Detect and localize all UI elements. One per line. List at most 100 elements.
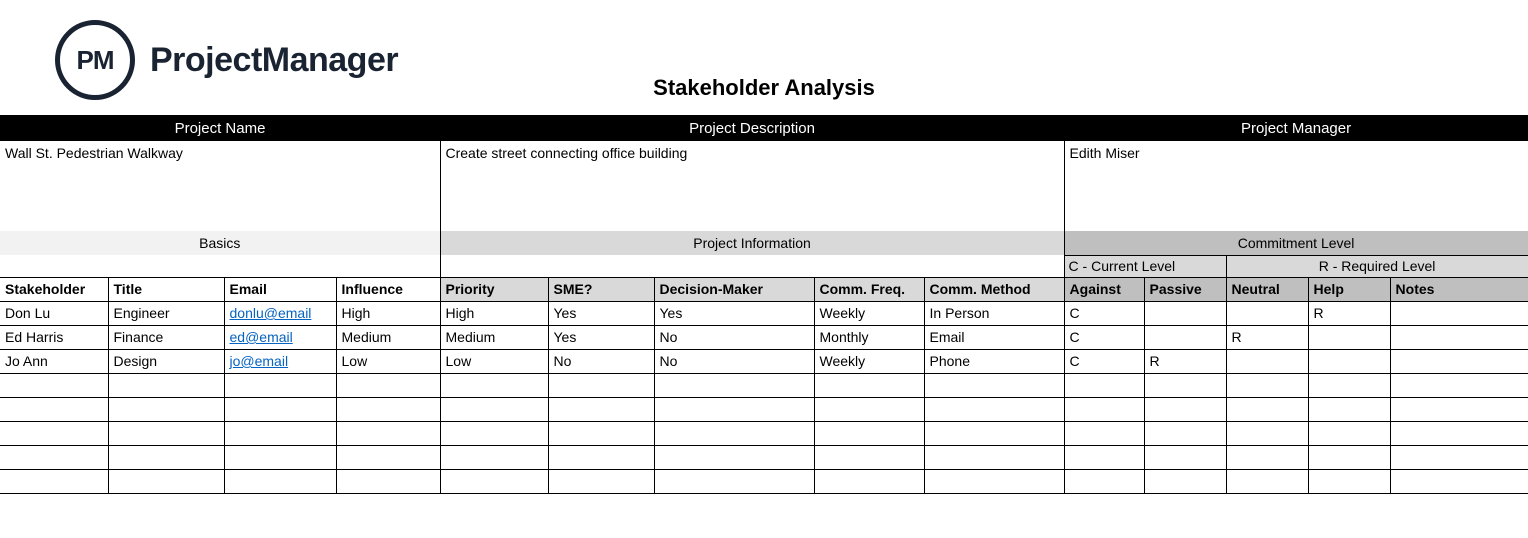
cell-passive[interactable]: R — [1144, 349, 1226, 373]
cell-against[interactable] — [1064, 397, 1144, 421]
cell-email[interactable] — [224, 373, 336, 397]
cell-decision[interactable] — [654, 445, 814, 469]
cell-freq[interactable] — [814, 469, 924, 493]
cell-passive[interactable] — [1144, 445, 1226, 469]
cell-stakeholder[interactable]: Don Lu — [0, 301, 108, 325]
cell-title[interactable]: Engineer — [108, 301, 224, 325]
cell-influence[interactable]: Low — [336, 349, 440, 373]
cell-help[interactable] — [1308, 349, 1390, 373]
cell-email[interactable] — [224, 421, 336, 445]
cell-decision[interactable] — [654, 397, 814, 421]
email-link[interactable]: jo@email — [230, 353, 289, 369]
cell-notes[interactable] — [1390, 301, 1528, 325]
cell-method[interactable] — [924, 397, 1064, 421]
cell-decision[interactable] — [654, 421, 814, 445]
cell-stakeholder[interactable] — [0, 373, 108, 397]
cell-stakeholder[interactable] — [0, 397, 108, 421]
cell-passive[interactable] — [1144, 325, 1226, 349]
cell-sme[interactable]: No — [548, 349, 654, 373]
cell-title[interactable] — [108, 421, 224, 445]
cell-priority[interactable] — [440, 421, 548, 445]
cell-freq[interactable]: Weekly — [814, 301, 924, 325]
cell-stakeholder[interactable] — [0, 445, 108, 469]
cell-sme[interactable] — [548, 397, 654, 421]
cell-method[interactable] — [924, 421, 1064, 445]
cell-sme[interactable] — [548, 445, 654, 469]
cell-priority[interactable] — [440, 397, 548, 421]
cell-against[interactable] — [1064, 373, 1144, 397]
cell-method[interactable] — [924, 373, 1064, 397]
cell-freq[interactable]: Monthly — [814, 325, 924, 349]
cell-notes[interactable] — [1390, 349, 1528, 373]
cell-sme[interactable]: Yes — [548, 301, 654, 325]
cell-method[interactable]: Email — [924, 325, 1064, 349]
cell-decision[interactable] — [654, 469, 814, 493]
cell-influence[interactable] — [336, 469, 440, 493]
cell-notes[interactable] — [1390, 373, 1528, 397]
cell-against[interactable]: C — [1064, 301, 1144, 325]
cell-stakeholder[interactable]: Jo Ann — [0, 349, 108, 373]
cell-notes[interactable] — [1390, 397, 1528, 421]
cell-against[interactable] — [1064, 445, 1144, 469]
cell-help[interactable] — [1308, 421, 1390, 445]
cell-stakeholder[interactable]: Ed Harris — [0, 325, 108, 349]
cell-freq[interactable] — [814, 397, 924, 421]
cell-against[interactable]: C — [1064, 325, 1144, 349]
cell-help[interactable] — [1308, 397, 1390, 421]
cell-title[interactable] — [108, 397, 224, 421]
cell-neutral[interactable] — [1226, 373, 1308, 397]
cell-neutral[interactable]: R — [1226, 325, 1308, 349]
cell-decision[interactable]: Yes — [654, 301, 814, 325]
cell-help[interactable] — [1308, 373, 1390, 397]
cell-title[interactable] — [108, 373, 224, 397]
cell-influence[interactable] — [336, 373, 440, 397]
cell-passive[interactable] — [1144, 397, 1226, 421]
cell-title[interactable]: Design — [108, 349, 224, 373]
cell-notes[interactable] — [1390, 445, 1528, 469]
cell-passive[interactable] — [1144, 373, 1226, 397]
cell-email[interactable] — [224, 397, 336, 421]
cell-notes[interactable] — [1390, 421, 1528, 445]
cell-stakeholder[interactable] — [0, 469, 108, 493]
cell-sme[interactable] — [548, 469, 654, 493]
cell-sme[interactable]: Yes — [548, 325, 654, 349]
cell-email[interactable]: ed@email — [224, 325, 336, 349]
cell-decision[interactable] — [654, 373, 814, 397]
cell-help[interactable] — [1308, 445, 1390, 469]
cell-freq[interactable]: Weekly — [814, 349, 924, 373]
cell-influence[interactable]: Medium — [336, 325, 440, 349]
cell-influence[interactable] — [336, 445, 440, 469]
cell-method[interactable] — [924, 469, 1064, 493]
cell-priority[interactable] — [440, 373, 548, 397]
cell-method[interactable] — [924, 445, 1064, 469]
cell-decision[interactable]: No — [654, 325, 814, 349]
cell-neutral[interactable] — [1226, 469, 1308, 493]
cell-priority[interactable]: High — [440, 301, 548, 325]
cell-passive[interactable] — [1144, 469, 1226, 493]
cell-method[interactable]: In Person — [924, 301, 1064, 325]
cell-neutral[interactable] — [1226, 445, 1308, 469]
cell-influence[interactable]: High — [336, 301, 440, 325]
cell-email[interactable] — [224, 469, 336, 493]
email-link[interactable]: ed@email — [230, 329, 293, 345]
cell-email[interactable]: donlu@email — [224, 301, 336, 325]
cell-neutral[interactable] — [1226, 349, 1308, 373]
cell-title[interactable] — [108, 445, 224, 469]
cell-email[interactable] — [224, 445, 336, 469]
cell-priority[interactable] — [440, 445, 548, 469]
cell-passive[interactable] — [1144, 421, 1226, 445]
cell-title[interactable] — [108, 469, 224, 493]
cell-passive[interactable] — [1144, 301, 1226, 325]
cell-sme[interactable] — [548, 421, 654, 445]
cell-help[interactable]: R — [1308, 301, 1390, 325]
cell-neutral[interactable] — [1226, 397, 1308, 421]
cell-help[interactable] — [1308, 469, 1390, 493]
email-link[interactable]: donlu@email — [230, 305, 312, 321]
cell-email[interactable]: jo@email — [224, 349, 336, 373]
cell-method[interactable]: Phone — [924, 349, 1064, 373]
cell-against[interactable]: C — [1064, 349, 1144, 373]
cell-neutral[interactable] — [1226, 421, 1308, 445]
cell-influence[interactable] — [336, 421, 440, 445]
cell-against[interactable] — [1064, 421, 1144, 445]
cell-help[interactable] — [1308, 325, 1390, 349]
